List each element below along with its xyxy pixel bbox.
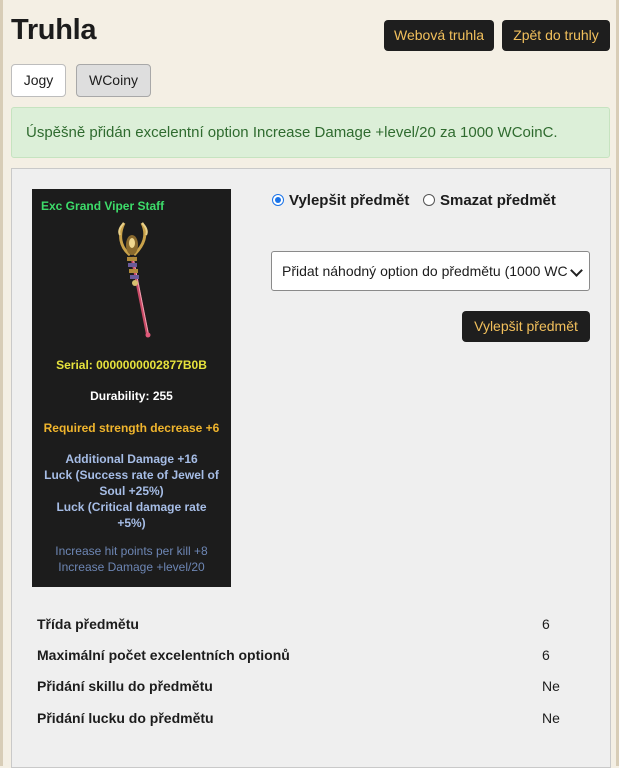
excellent-option: Increase Damage +level/20 (58, 560, 205, 574)
delete-item-radio-label: Smazat předmět (440, 192, 556, 209)
item-option: +5%) (117, 516, 146, 530)
info-label: Přidání lucku do předmětu (37, 710, 214, 726)
item-option: Luck (Success rate of Jewel of (44, 468, 219, 482)
item-name: Exc Grand Viper Staff (41, 199, 165, 213)
upgrade-item-radio-label: Vylepšit předmět (289, 192, 410, 209)
info-label: Maximální počet excelentních optionů (37, 647, 290, 663)
info-row: Třída předmětu 6 (37, 614, 577, 634)
excellent-option: Increase hit points per kill +8 (55, 544, 208, 558)
item-option: Additional Damage +16 (65, 452, 198, 466)
info-row: Přidání lucku do předmětu Ne (37, 708, 577, 728)
tab-wcoiny[interactable]: WCoiny (76, 64, 151, 97)
item-card: Exc Grand Viper Staff Serial: 0000000002… (32, 189, 231, 587)
radio-checked-icon[interactable] (272, 194, 284, 206)
info-label: Přidání skillu do předmětu (37, 678, 213, 694)
web-chest-button[interactable]: Webová truhla (384, 20, 494, 51)
upgrade-option-select[interactable]: Přidat náhodný option do předmětu (1000 … (271, 251, 590, 291)
info-label: Třída předmětu (37, 616, 139, 632)
upgrade-item-button[interactable]: Vylepšit předmět (462, 311, 590, 342)
info-row: Přidání skillu do předmětu Ne (37, 676, 577, 696)
item-durability: Durability: 255 (90, 389, 173, 403)
item-serial: Serial: 0000000002877B0B (56, 358, 207, 372)
success-alert: Úspěšně přidán excelentní option Increas… (11, 107, 610, 158)
item-option: Soul +25%) (99, 484, 164, 498)
info-value: 6 (542, 616, 550, 632)
page-border-left (0, 0, 3, 766)
info-value: 6 (542, 647, 550, 663)
item-requirement: Required strength decrease +6 (43, 421, 220, 435)
delete-item-radio[interactable]: Smazat předmět (423, 191, 556, 211)
info-value: Ne (542, 710, 560, 726)
info-value: Ne (542, 678, 560, 694)
item-option: Luck (Critical damage rate (56, 500, 207, 514)
chevron-down-icon (570, 264, 583, 277)
radio-unchecked-icon[interactable] (423, 194, 435, 206)
item-excellent-options: Increase hit points per kill +8 Increase… (32, 543, 231, 575)
upgrade-item-radio[interactable]: Vylepšit předmět (272, 191, 409, 211)
tab-jogy[interactable]: Jogy (11, 64, 66, 97)
staff-icon (118, 222, 151, 338)
back-to-chest-button[interactable]: Zpět do truhly (502, 20, 610, 51)
info-row: Maximální počet excelentních optionů 6 (37, 645, 577, 665)
upgrade-option-select-value: Přidat náhodný option do předmětu (1000 … (282, 263, 568, 279)
page-title: Truhla (11, 14, 97, 46)
item-options: Additional Damage +16 Luck (Success rate… (32, 451, 231, 531)
